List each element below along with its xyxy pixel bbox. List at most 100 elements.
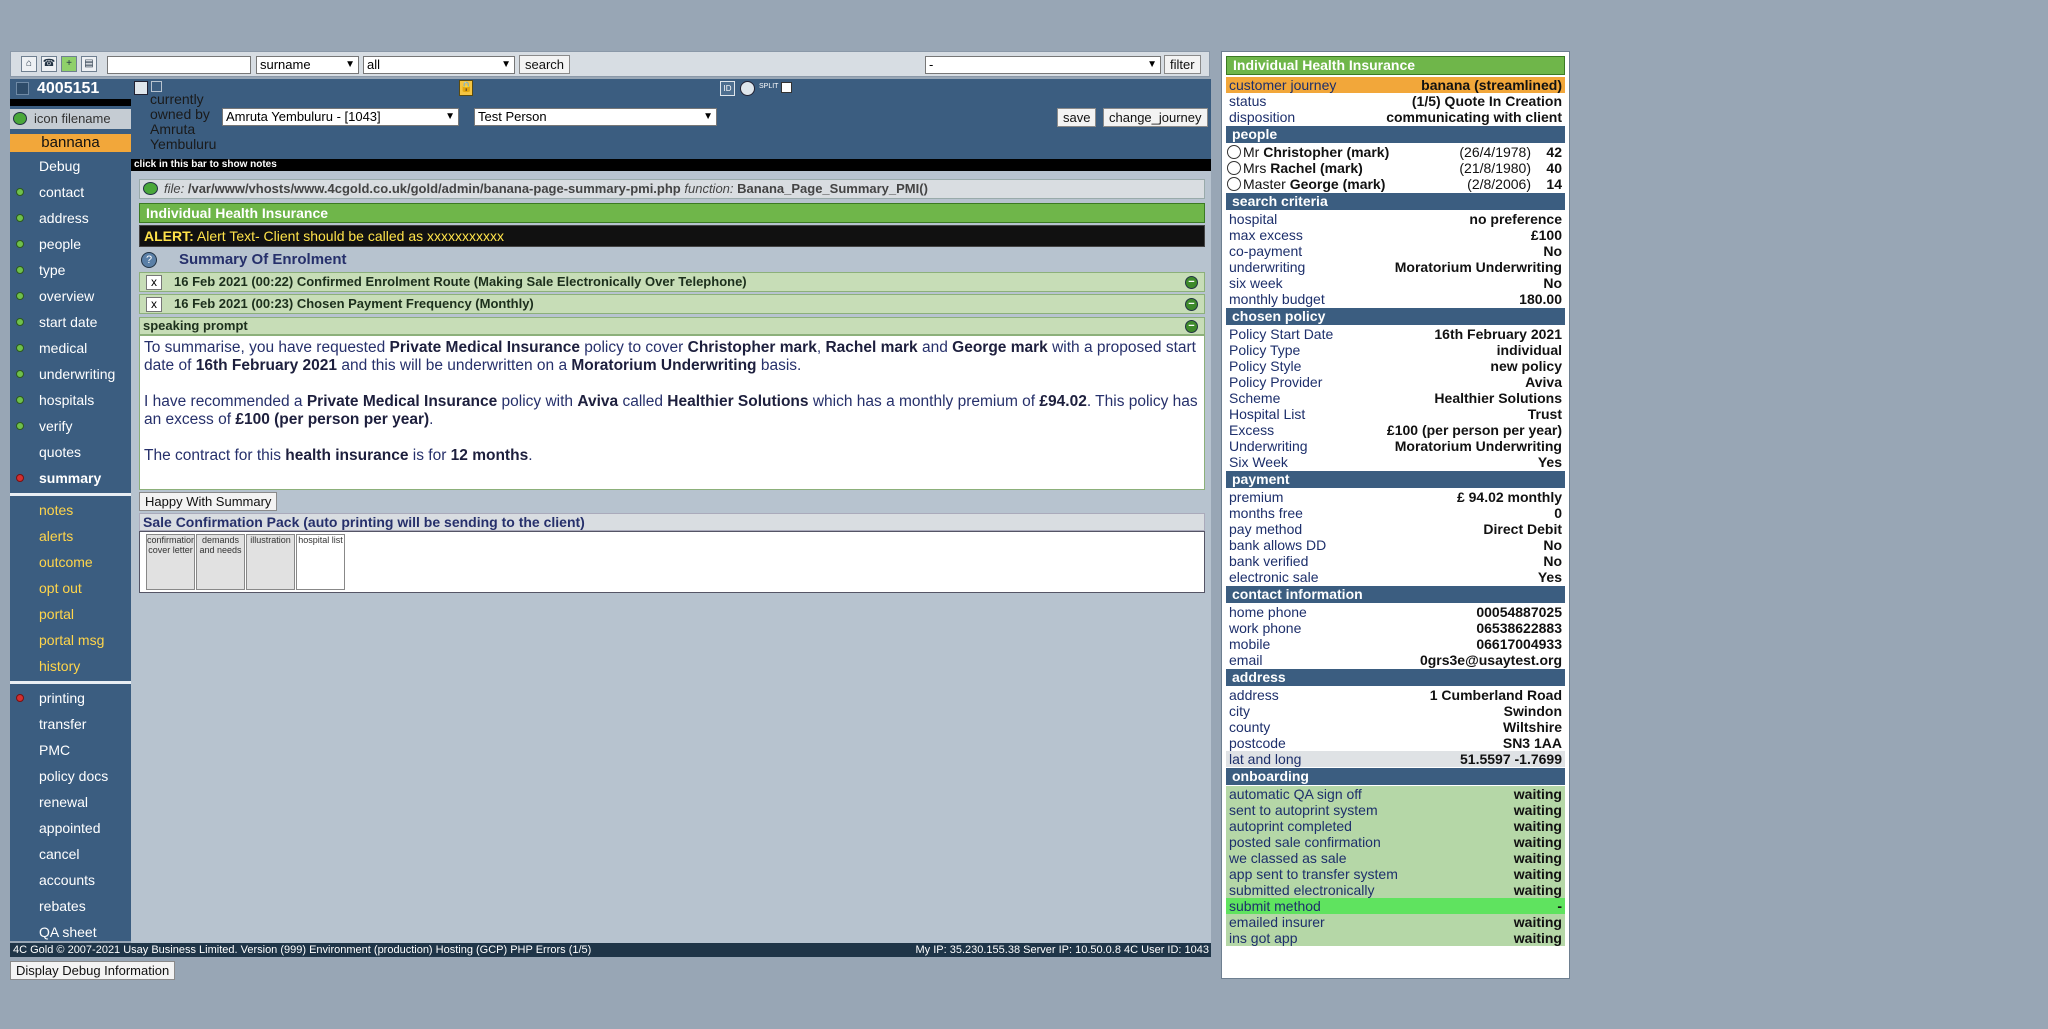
display-debug-button[interactable]: Display Debug Information — [10, 961, 176, 980]
nav-sub-item-portal[interactable]: portal — [10, 601, 131, 627]
nav-item-accounts[interactable]: accounts — [10, 867, 131, 893]
nav-item-rebates[interactable]: rebates — [10, 893, 131, 919]
speaking-prompt-bar[interactable]: speaking prompt − — [139, 317, 1205, 335]
policy-row: Hospital List Trust — [1226, 406, 1565, 422]
policy-row: Policy Provider Aviva — [1226, 374, 1565, 390]
pack-doc-thumbnail[interactable]: demands and needs — [196, 534, 245, 590]
split-checkbox[interactable] — [781, 82, 792, 93]
pack-doc-thumbnail[interactable]: hospital list — [296, 534, 345, 590]
nav-item-label: quotes — [39, 444, 82, 460]
payment-row-label: bank verified — [1229, 553, 1309, 569]
payment-row-label: months free — [1229, 505, 1303, 521]
nav-item-renewal[interactable]: renewal — [10, 789, 131, 815]
nav-sub-item-portal-msg[interactable]: portal msg — [10, 627, 131, 653]
person-select[interactable]: Test Person ▼ — [474, 108, 717, 126]
nav-item-start-date[interactable]: start date — [10, 309, 131, 335]
search-field-select[interactable]: surname ▼ — [256, 56, 359, 74]
filter-button[interactable]: filter — [1164, 55, 1201, 74]
phone-icon[interactable]: ☎ — [41, 56, 57, 72]
owner-select[interactable]: Amruta Yembuluru - [1043] ▼ — [222, 108, 459, 126]
nav-item-medical[interactable]: medical — [10, 335, 131, 361]
nav-item-policy-docs[interactable]: policy docs — [10, 763, 131, 789]
nav-debug[interactable]: Debug — [10, 153, 131, 179]
nav-sub-item-outcome[interactable]: outcome — [10, 549, 131, 575]
people-header: people — [1226, 126, 1565, 143]
pack-doc-thumbnail[interactable]: confirmation cover letter — [146, 534, 195, 590]
nav-item-appointed[interactable]: appointed — [10, 815, 131, 841]
nav-item-transfer[interactable]: transfer — [10, 711, 131, 737]
record-checkbox[interactable] — [16, 82, 29, 95]
nav-item-label: start date — [39, 314, 98, 330]
payment-row: bank verified No — [1226, 553, 1565, 569]
search-scope-select[interactable]: all ▼ — [363, 56, 515, 74]
home-icon[interactable]: ⌂ — [21, 56, 37, 72]
nav-item-contact[interactable]: contact — [10, 179, 131, 205]
add-contact-icon[interactable]: + — [61, 56, 77, 72]
filter-select[interactable]: - ▼ — [925, 56, 1161, 74]
address-row-label: postcode — [1229, 735, 1286, 751]
search-criteria-row-value: 180.00 — [1519, 291, 1562, 307]
save-button[interactable]: save — [1057, 108, 1097, 127]
onboarding-row-label: autoprint completed — [1229, 818, 1352, 834]
nav-item-type[interactable]: type — [10, 257, 131, 283]
payment-row: electronic sale Yes — [1226, 569, 1565, 585]
nav-item-address[interactable]: address — [10, 205, 131, 231]
happy-with-summary-button[interactable]: Happy With Summary — [139, 492, 278, 511]
policy-row: Underwriting Moratorium Underwriting — [1226, 438, 1565, 454]
person-title: Mrs — [1243, 160, 1267, 176]
collapse-icon[interactable]: − — [1185, 298, 1198, 311]
person-row: Mrs Rachel (mark) (21/8/1980) 40 — [1226, 160, 1565, 176]
nav-item-hospitals[interactable]: hospitals — [10, 387, 131, 413]
document-icon[interactable]: ▤ — [81, 56, 97, 72]
clock-icon[interactable] — [740, 81, 755, 96]
policy-row-label: Underwriting — [1229, 438, 1308, 454]
nav-item-verify[interactable]: verify — [10, 413, 131, 439]
nav-item-cancel[interactable]: cancel — [10, 841, 131, 867]
onboarding-row-value: waiting — [1513, 882, 1562, 898]
payment-row-value: Direct Debit — [1483, 521, 1562, 537]
policy-row-label: Six Week — [1229, 454, 1288, 470]
notes-bar[interactable]: click in this bar to show notes — [131, 159, 1211, 171]
nav-sub-item-history[interactable]: history — [10, 653, 131, 679]
function-label: function: — [684, 181, 734, 196]
owned-by-text: currently owned by Amruta Yembuluru — [150, 91, 217, 152]
nav-item-label: QA sheet — [39, 924, 97, 940]
collapse-icon[interactable]: − — [1185, 320, 1198, 333]
nav-item-underwriting[interactable]: underwriting — [10, 361, 131, 387]
nav-sub-item-notes[interactable]: notes — [10, 497, 131, 523]
remove-event-button[interactable]: x — [146, 275, 162, 290]
nav-item-quotes[interactable]: quotes — [10, 439, 131, 465]
bug-icon — [143, 182, 158, 195]
nav-sub-item-opt-out[interactable]: opt out — [10, 575, 131, 601]
lock-icon[interactable]: 🔒 — [459, 80, 473, 96]
policy-row-value: £100 (per person per year) — [1386, 422, 1562, 438]
search-button[interactable]: search — [519, 55, 571, 74]
remove-event-button[interactable]: x — [146, 297, 162, 312]
id-icon[interactable]: ID — [720, 81, 735, 96]
collapse-icon[interactable]: − — [1185, 276, 1198, 289]
nav-item-overview[interactable]: overview — [10, 283, 131, 309]
onboarding-row-label: submit method — [1229, 898, 1321, 914]
onboarding-row: autoprint completed waiting — [1226, 818, 1565, 834]
onboarding-row-value: waiting — [1513, 866, 1562, 882]
onboarding-row-value: waiting — [1513, 802, 1562, 818]
nav-item-QA-sheet[interactable]: QA sheet — [10, 919, 131, 945]
nav-item-printing[interactable]: printing — [10, 685, 131, 711]
change-journey-button[interactable]: change_journey — [1103, 108, 1208, 127]
nav-item-label: underwriting — [39, 366, 116, 382]
calendar-icon[interactable] — [134, 81, 148, 95]
search-criteria-row-value: No — [1543, 275, 1562, 291]
nav-divider — [10, 493, 131, 496]
onboarding-row: ins got app waiting — [1226, 930, 1565, 946]
nav-sub-item-alerts[interactable]: alerts — [10, 523, 131, 549]
search-input[interactable] — [107, 56, 251, 74]
summary-paragraph-3: The contract for this health insurance i… — [144, 447, 533, 464]
pack-doc-thumbnail[interactable]: illustration — [246, 534, 295, 590]
nav-item-people[interactable]: people — [10, 231, 131, 257]
onboarding-row-label: submitted electronically — [1229, 882, 1375, 898]
nav-item-summary[interactable]: summary — [10, 465, 131, 491]
product-title: Individual Health Insurance — [139, 203, 1205, 223]
help-icon[interactable]: ? — [141, 252, 157, 268]
nav-item-PMC[interactable]: PMC — [10, 737, 131, 763]
search-criteria-row: six week No — [1226, 275, 1565, 291]
